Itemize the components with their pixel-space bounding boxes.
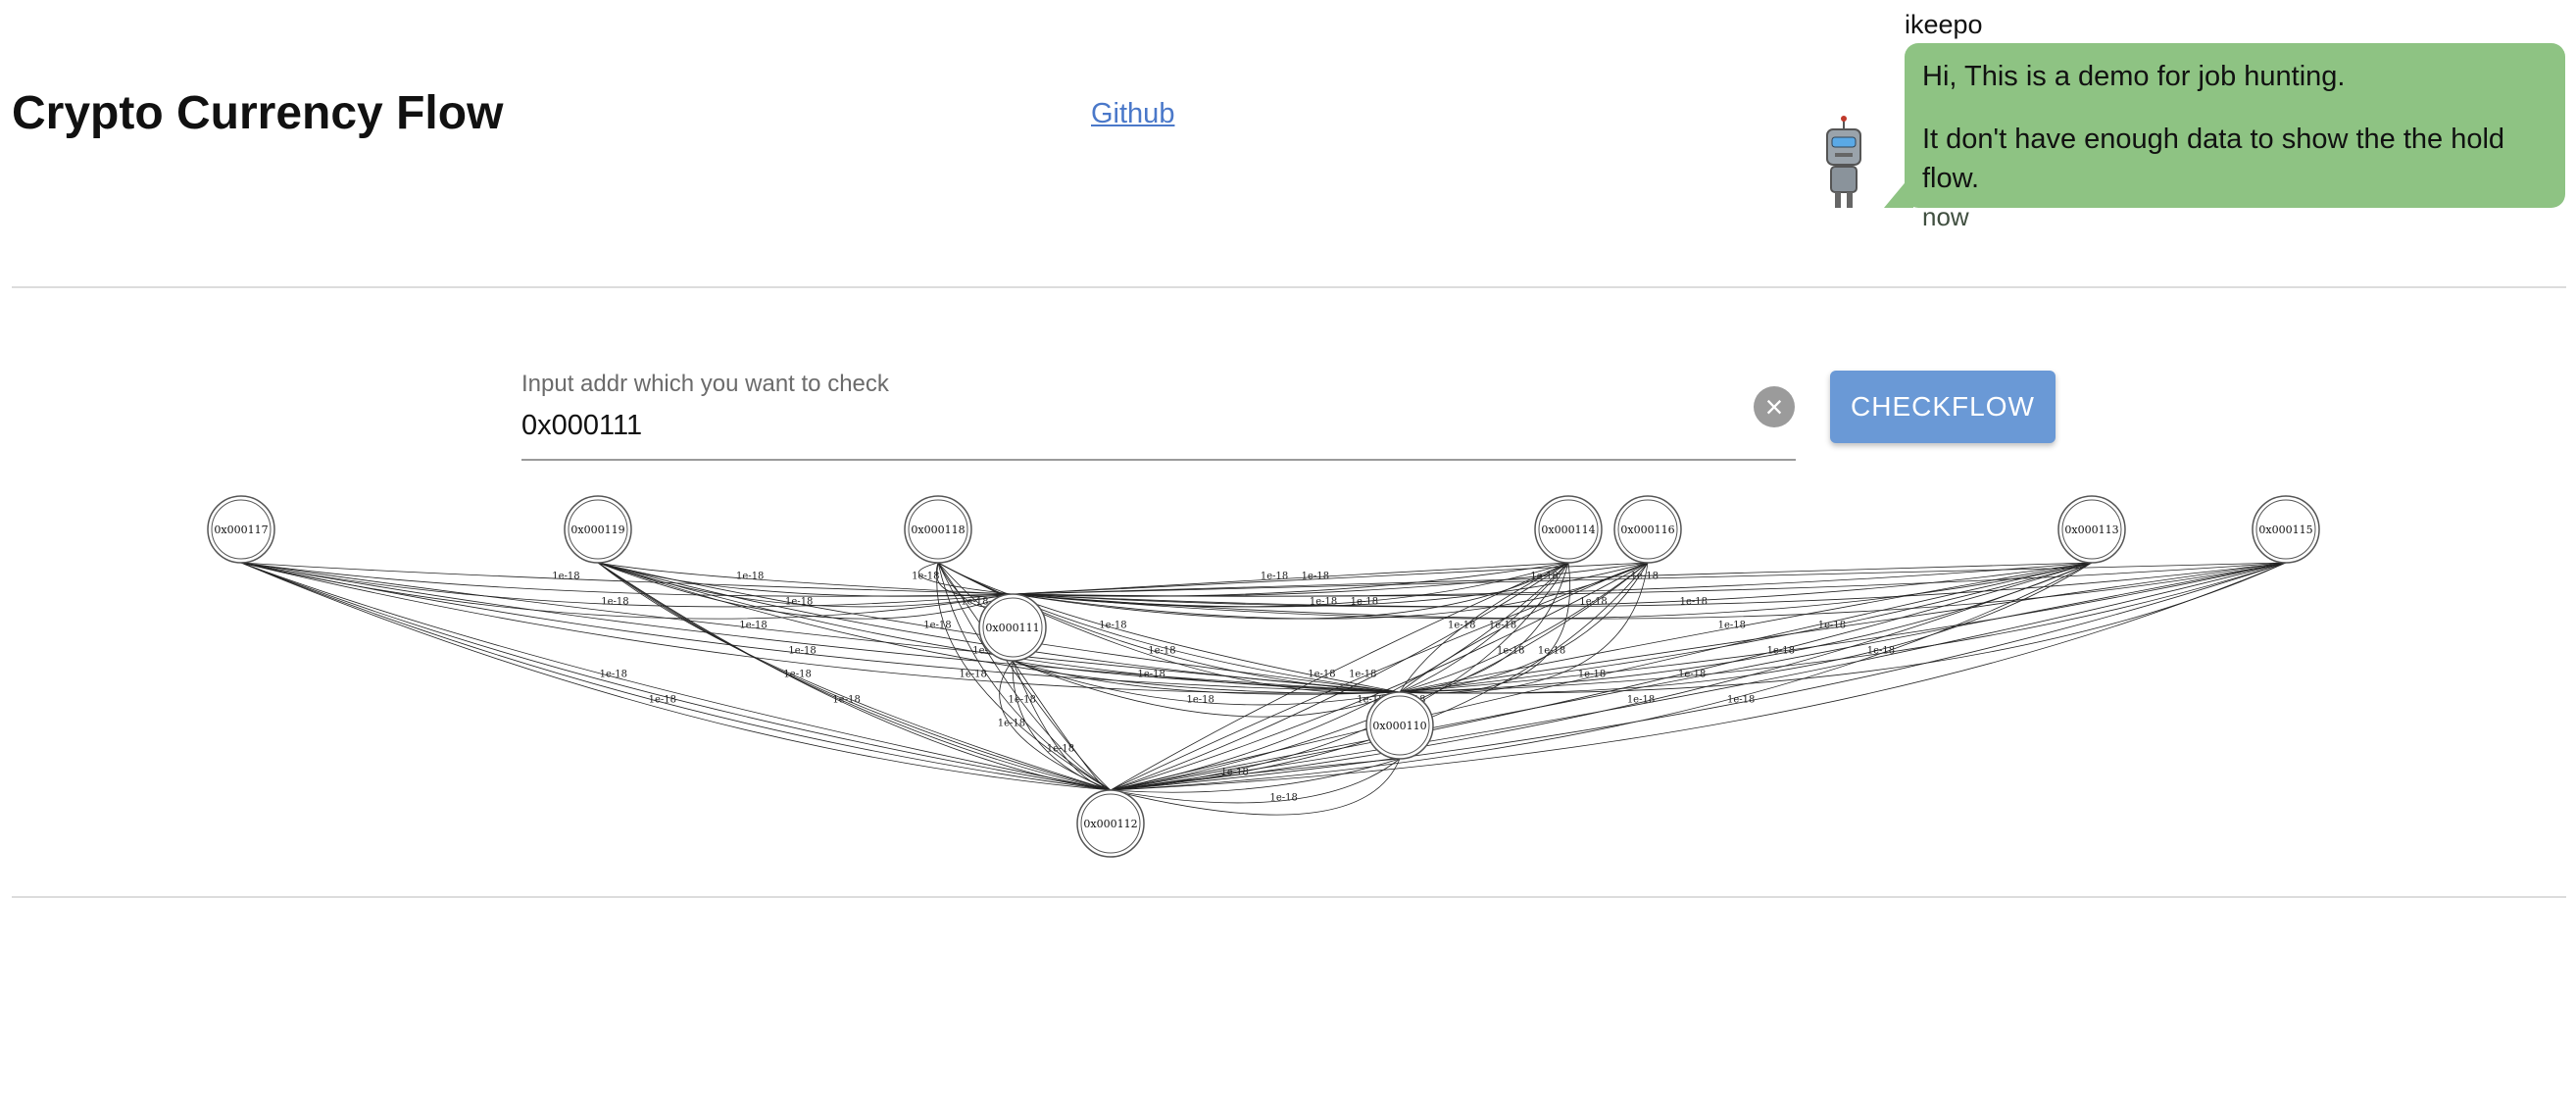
edge-label: 1e-18: [1538, 646, 1565, 657]
edge-label: 1e-18: [1530, 572, 1558, 582]
graph-edge: [1012, 562, 1569, 595]
edge-label: 1e-18: [1308, 670, 1335, 680]
edge-label: 1e-18: [1047, 744, 1074, 755]
edge-label: 1e-18: [912, 572, 939, 582]
graph-node[interactable]: 0x000115: [2252, 495, 2320, 564]
node-label: 0x000119: [570, 524, 624, 536]
edge-label: 1e-18: [1099, 621, 1126, 631]
edge-label: 1e-18: [785, 597, 813, 608]
edge-label: 1e-18: [736, 572, 764, 582]
edge-label: 1e-18: [1578, 670, 1606, 680]
graph-node[interactable]: 0x000117: [207, 495, 275, 564]
edge-label: 1e-18: [739, 621, 767, 631]
github-link[interactable]: Github: [1091, 98, 1174, 130]
graph-node[interactable]: 0x000110: [1365, 691, 1434, 760]
divider: [12, 286, 2566, 288]
graph-edge: [1110, 758, 1401, 816]
edge-label: 1e-18: [1627, 695, 1655, 706]
address-input[interactable]: [521, 404, 1796, 461]
node-label: 0x000114: [1541, 524, 1595, 536]
edge-label: 1e-18: [1261, 572, 1288, 582]
edge-label: 1e-18: [832, 695, 860, 706]
chat-bubble: Hi, This is a demo for job hunting. It d…: [1905, 43, 2565, 231]
chat-timestamp: now: [1922, 202, 1969, 231]
chat-message: Hi, This is a demo for job hunting.: [1922, 61, 2346, 92]
graph-node[interactable]: 0x000119: [564, 495, 632, 564]
address-input-label: Input addr which you want to check: [521, 371, 889, 397]
graph-node[interactable]: 0x000113: [2057, 495, 2126, 564]
edge-label: 1e-18: [1678, 670, 1706, 680]
edge-label: 1e-18: [1727, 695, 1755, 706]
node-label: 0x000113: [2064, 524, 2118, 536]
edge-label: 1e-18: [783, 670, 811, 680]
edge-label: 1e-18: [998, 719, 1025, 729]
close-circle-icon[interactable]: ×: [1754, 386, 1795, 427]
graph-node[interactable]: 0x000118: [904, 495, 972, 564]
graph-node[interactable]: 0x000116: [1613, 495, 1682, 564]
edge-label: 1e-18: [601, 597, 628, 608]
page-title: Crypto Currency Flow: [12, 87, 504, 139]
edge-label: 1e-18: [649, 695, 676, 706]
edge-label: 1e-18: [1351, 597, 1378, 608]
edge-label: 1e-18: [1497, 646, 1524, 657]
edge-label: 1e-18: [1270, 793, 1298, 804]
edge-label: 1e-18: [1310, 597, 1337, 608]
checkflow-button[interactable]: CHECKFLOW: [1830, 371, 2056, 443]
edge-label: 1e-18: [1186, 695, 1214, 706]
edge-label: 1e-18: [1489, 621, 1516, 631]
edge-label: 1e-18: [1008, 695, 1035, 706]
flow-graph: 1e-18 1e-18 1e-18 1e-18 1e-18 1e-18 1e-18 1e-18…: [207, 495, 2320, 858]
edge-label: 1e-18: [1867, 646, 1895, 657]
edge-label: 1e-18: [600, 670, 627, 680]
edge-label: 1e-18: [1148, 646, 1175, 657]
edge-label: 1e-18: [552, 572, 579, 582]
edge-label: 1e-18: [1818, 621, 1846, 631]
divider: [12, 896, 2566, 898]
chat-username: ikeepo: [1905, 10, 1983, 39]
edge-label: 1e-18: [1631, 572, 1659, 582]
edge-label: 1e-18: [961, 597, 988, 608]
edge-label: 1e-18: [959, 670, 986, 680]
edge-label: 1e-18: [1302, 572, 1329, 582]
edge-label: 1e-18: [1221, 768, 1249, 778]
edge-label: 1e-18: [1680, 597, 1708, 608]
chat-message: It don't have enough data to show the th…: [1922, 124, 2505, 194]
node-label: 0x000117: [214, 524, 268, 536]
edge-label: 1e-18: [1579, 597, 1607, 608]
graph-node[interactable]: 0x000111: [978, 593, 1047, 662]
edge-label: 1e-18: [1718, 621, 1746, 631]
robot-avatar-icon: [1821, 116, 1866, 210]
edge-label: 1e-18: [1767, 646, 1795, 657]
node-label: 0x000118: [911, 524, 965, 536]
node-label: 0x000111: [985, 622, 1039, 634]
edge-label: 1e-18: [923, 621, 951, 631]
node-label: 0x000115: [2258, 524, 2312, 536]
edge-label: 1e-18: [788, 646, 816, 657]
edge-label: 1e-18: [1137, 670, 1164, 680]
edge-label: 1e-18: [1349, 670, 1376, 680]
graph-node[interactable]: 0x000114: [1534, 495, 1603, 564]
node-label: 0x000116: [1620, 524, 1674, 536]
edge-label: 1e-18: [1448, 621, 1475, 631]
graph-node[interactable]: 0x000112: [1076, 789, 1145, 858]
node-label: 0x000110: [1372, 720, 1426, 732]
node-label: 0x000112: [1083, 818, 1137, 830]
graph-edge: [597, 562, 1014, 595]
